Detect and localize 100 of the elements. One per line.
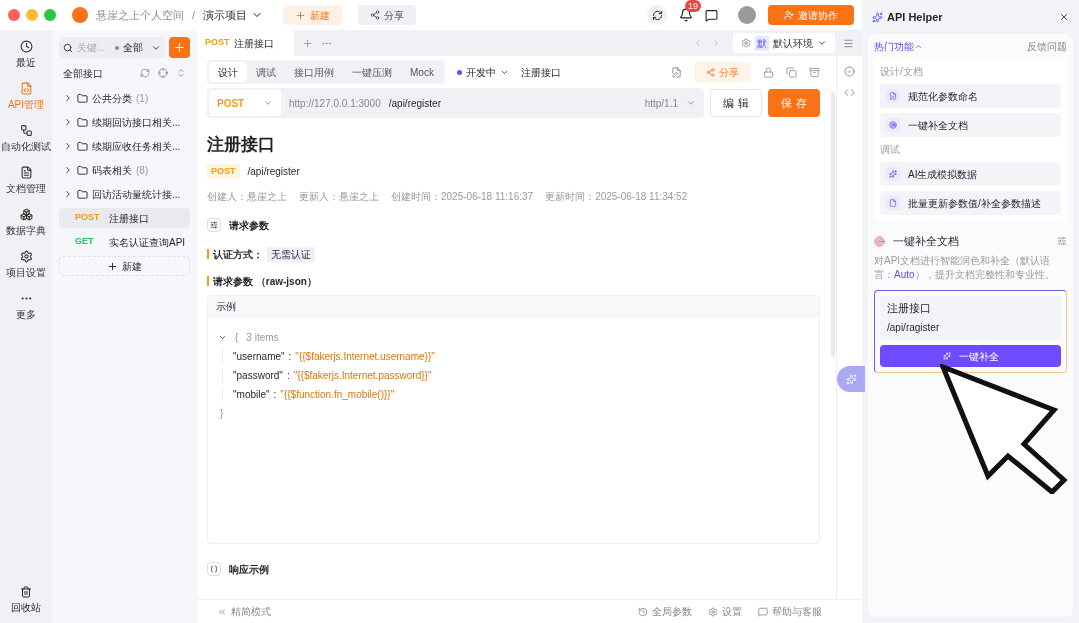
cursor-arrow-icon <box>940 364 1068 494</box>
feature-description: 对API文档进行智能润色和补全（默认语言：Auto），提升文档完整性和专业性。 <box>874 253 1056 282</box>
json-brace: } <box>220 406 225 421</box>
nav-item[interactable]: 自动化测试 <box>1 122 51 156</box>
share-icon <box>706 67 715 77</box>
nav-item[interactable]: 文档管理 <box>6 164 46 198</box>
assistant-float-icon[interactable] <box>837 366 865 392</box>
settings-icon <box>708 606 718 617</box>
archive-icon[interactable] <box>809 66 820 78</box>
plus-icon <box>173 41 186 54</box>
feature-item[interactable]: 批量更新参数值/补全参数描述 <box>880 191 1061 215</box>
view-tab[interactable]: Mock <box>401 62 443 82</box>
new-button[interactable]: 新建 <box>59 256 190 276</box>
edit-button[interactable]: 编 辑 <box>710 89 762 117</box>
sparkle-icon <box>889 170 897 178</box>
feature-title: 一键补全文档 <box>893 234 959 249</box>
chevron-down-icon <box>686 98 696 108</box>
hot-features-toggle[interactable]: 热门功能 <box>874 38 923 54</box>
feature-item[interactable]: 一键补全文档 <box>880 113 1061 137</box>
check-icon[interactable] <box>844 66 855 77</box>
document-tab[interactable]: POST 注册接口 <box>197 30 294 56</box>
json-key: "password" <box>233 367 283 383</box>
avatar[interactable] <box>738 6 756 24</box>
folder-icon <box>77 116 88 128</box>
api-name[interactable]: 注册接口 <box>520 64 561 80</box>
feedback-link[interactable]: 反馈问题 <box>1027 38 1067 54</box>
status-selector[interactable]: 开发中 <box>456 64 509 80</box>
options-icon[interactable] <box>1057 236 1067 247</box>
nav-item[interactable]: 最近 <box>16 38 36 72</box>
card-title: 注册接口 <box>887 300 932 316</box>
help-link[interactable]: 帮助与客服 <box>758 604 822 619</box>
menu-icon[interactable] <box>843 37 854 49</box>
tree-item[interactable]: 码表相关 (8) <box>59 160 190 180</box>
locate-icon[interactable] <box>158 68 168 78</box>
copy-icon[interactable] <box>786 66 797 78</box>
meta-info: 更新时间：2025-06-18 11:34:52 <box>545 189 688 204</box>
sync-icon[interactable] <box>647 5 667 25</box>
add-tab-icon[interactable] <box>302 37 313 49</box>
nav-item[interactable]: 项目设置 <box>6 248 46 282</box>
close-icon[interactable] <box>1059 12 1069 22</box>
tree-item[interactable]: 续期回访接口相关... <box>59 112 190 132</box>
boxes-icon <box>19 208 33 221</box>
plus-icon <box>107 260 118 272</box>
global-params-link[interactable]: 全局参数 <box>638 604 692 619</box>
tree-item[interactable]: 续期应收任务相关... <box>59 136 190 156</box>
view-tab[interactable]: 调试 <box>247 62 285 82</box>
json-key: "username" <box>233 348 285 364</box>
app-logo-icon <box>72 7 88 23</box>
view-tab[interactable]: 接口用例 <box>285 62 343 82</box>
api-path: /api/register <box>247 164 300 179</box>
params-icon <box>207 218 221 232</box>
view-tab[interactable]: 一键压测 <box>343 62 401 82</box>
project-selector[interactable]: 演示项目 <box>203 6 264 24</box>
nav-item[interactable]: 数据字典 <box>6 206 46 240</box>
expand-icon[interactable] <box>176 68 186 78</box>
tree-item[interactable]: 公共分类 (1) <box>59 88 190 108</box>
feature-item[interactable]: 规范化参数命名 <box>880 84 1061 108</box>
edit-icon[interactable] <box>671 66 682 78</box>
message-icon[interactable] <box>705 8 718 22</box>
nav-item[interactable]: 更多 <box>16 290 36 324</box>
search-field[interactable]: 关键... <box>77 40 111 55</box>
sparkle-icon <box>942 352 951 360</box>
chevron-right-icon <box>63 93 73 103</box>
previous-tab-icon[interactable] <box>693 38 703 48</box>
share-button[interactable]: 分享 <box>358 5 417 25</box>
tree-item[interactable]: POST 注册接口 <box>59 208 190 228</box>
notification-icon[interactable] <box>679 8 693 22</box>
view-tab[interactable]: 设计 <box>209 62 247 82</box>
feature-item[interactable]: AI生成模拟数据 <box>880 162 1061 186</box>
filter-select[interactable]: 全部 <box>115 40 161 55</box>
body-heading: 请求参数 （raw-json） <box>213 274 317 289</box>
settings-link[interactable]: 设置 <box>708 604 742 619</box>
json-brace: { <box>235 330 239 345</box>
search-icon <box>63 42 73 53</box>
json-colon: : <box>286 368 290 383</box>
plus-icon <box>295 9 307 21</box>
chevron-right-icon <box>63 141 73 151</box>
clock-icon <box>19 40 33 53</box>
example-tab[interactable]: 示例 <box>216 299 236 314</box>
target-icon <box>889 121 897 129</box>
trash-item[interactable]: 回收站 <box>11 586 41 615</box>
next-tab-icon[interactable] <box>711 38 721 48</box>
edit-icon <box>889 92 897 100</box>
add-button[interactable] <box>169 37 190 58</box>
card-path: /api/ragister <box>887 321 941 335</box>
section-heading: 请求参数 <box>229 218 269 233</box>
workspace-name[interactable]: 悬崖之上个人空间 <box>96 6 184 24</box>
all-apis-item[interactable]: 全部接口 <box>63 65 103 81</box>
refresh-icon[interactable] <box>140 68 150 78</box>
url-path-field[interactable]: /api/register <box>388 95 637 111</box>
tree-item[interactable]: 回访活动量统计接... <box>59 184 190 204</box>
compact-mode-link[interactable]: 精简模式 <box>217 604 271 619</box>
tree-item[interactable]: GET 实名认证查询API <box>59 232 190 252</box>
environment-selector[interactable]: 默 默认环境 <box>733 33 835 53</box>
code-icon[interactable] <box>844 87 855 98</box>
share-icon <box>370 10 381 20</box>
group-label: 设计/文档 <box>880 65 924 79</box>
chevron-right-icon <box>63 165 73 175</box>
lock-icon[interactable] <box>763 66 774 78</box>
complete-button[interactable]: 一键补全 <box>880 345 1061 367</box>
